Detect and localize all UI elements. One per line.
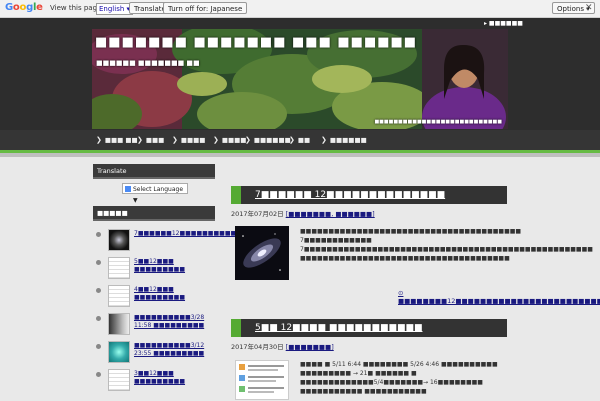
- teal-thumbnail: [108, 341, 130, 363]
- chevron-right-icon: ❯: [172, 136, 178, 144]
- chevron-right-icon: ❯: [245, 136, 251, 144]
- turn-off-button[interactable]: Turn off for: Japanese: [163, 2, 248, 14]
- nav-item-1[interactable]: ❯ ■■■: [137, 136, 164, 144]
- bullet-icon: [96, 344, 101, 349]
- nav-item-5[interactable]: ❯ ■■: [289, 136, 310, 144]
- top-link[interactable]: ▸ ■■■■■■: [484, 20, 523, 27]
- translate-widget-heading: Translate: [93, 164, 215, 179]
- post-date: 2017年07月02日: [231, 210, 284, 218]
- post-tags-link[interactable]: [■■■■■■■, ■■■■■■]: [286, 210, 375, 218]
- document-picture: [239, 364, 284, 393]
- main-nav: ❯ ■■■ ■■ ❯ ■■■ ❯ ■■■■ ❯ ■■■■ ❯ ■■■■■■ ❯ ■■ ❯ ■■…: [0, 130, 600, 150]
- list-item[interactable]: 5■■12■■■ ■■■■■■■■■: [96, 257, 218, 283]
- galaxy-image[interactable]: [235, 226, 289, 280]
- galaxy-thumbnail: [108, 229, 130, 251]
- recent-post-link[interactable]: 4■■12■■■ ■■■■■■■■■: [134, 286, 218, 302]
- chevron-right-icon: ❯: [96, 136, 102, 144]
- recent-post-link[interactable]: ■■■■■■■■■■3/28 11:58 ■■■■■■■■■: [134, 314, 218, 330]
- post-excerpt: ■■■■■■■■■■■■■■■■■■■■■■■■■■■■■■■■■■■■■■■ …: [300, 228, 593, 262]
- google-icon: [125, 186, 131, 192]
- nav-item-4[interactable]: ❯ ■■■■■■: [245, 136, 291, 144]
- recent-post-link[interactable]: 7■■■■■■12■■■■■■■■■■■■■■■■: [134, 230, 270, 238]
- post-title[interactable]: 5■■ 12■■■■ ■■■■■■■■■■■: [231, 319, 507, 337]
- language-select[interactable]: English ▾: [96, 3, 134, 15]
- post-title[interactable]: 7■■■■■■ 12■■■■■■■■■■■■■■: [231, 186, 507, 204]
- select-language-dropdown[interactable]: Select Language ▼: [122, 183, 188, 204]
- recent-posts-heading: ■■■■■: [93, 206, 215, 221]
- document-thumbnail: [108, 285, 130, 307]
- google-logo: Google: [5, 2, 43, 13]
- post-thumbnail[interactable]: [235, 360, 289, 400]
- close-icon[interactable]: ✕: [585, 3, 593, 13]
- list-item[interactable]: 3■■12■■■ ■■■■■■■■■: [96, 369, 218, 395]
- post-meta: 2017年07月02日 [■■■■■■■, ■■■■■■]: [231, 208, 375, 218]
- post-date: 2017年04月30日: [231, 343, 284, 351]
- document-thumbnail: [108, 369, 130, 391]
- post-excerpt: ■■■■ ■ 5/11 6:44 ■■■■■■■■ 5/26 4:46 ■■■■…: [300, 361, 498, 395]
- document-thumbnail: [108, 257, 130, 279]
- chevron-right-icon: ❯: [289, 136, 295, 144]
- list-item[interactable]: 7■■■■■■12■■■■■■■■■■■■■■■■: [96, 229, 270, 255]
- recent-post-link[interactable]: 3■■12■■■ ■■■■■■■■■: [134, 370, 218, 386]
- chevron-right-icon: ❯: [321, 136, 327, 144]
- divider: [0, 153, 600, 157]
- nav-item-3[interactable]: ❯ ■■■■: [213, 136, 246, 144]
- header-banner: ■■■■■■■ ■■■■■■■ ■■■ ■■■■■■ ■■■■■■ ■■■■■■…: [92, 29, 508, 129]
- list-item[interactable]: 4■■12■■■ ■■■■■■■■■: [96, 285, 218, 311]
- galaxy-picture: [235, 226, 289, 280]
- bullet-icon: [96, 232, 101, 237]
- recent-post-link[interactable]: ■■■■■■■■■■3/12 23:55 ■■■■■■■■■: [134, 342, 218, 358]
- bullet-icon: [96, 372, 101, 377]
- gradient-thumbnail: [108, 313, 130, 335]
- list-item[interactable]: ■■■■■■■■■■3/12 23:55 ■■■■■■■■■: [96, 341, 218, 367]
- nav-item-0[interactable]: ❯ ■■■ ■■: [96, 136, 138, 144]
- nav-item-2[interactable]: ❯ ■■■■: [172, 136, 205, 144]
- banner-caption: ■■■■■■■■■■■■■■■■■■■■■■■■■■■: [374, 119, 502, 125]
- bullet-icon: [96, 288, 101, 293]
- nav-item-6[interactable]: ❯ ■■■■■■: [321, 136, 367, 144]
- post-meta: 2017年04月30日 [■■■■■■■]: [231, 341, 334, 351]
- translate-bar: Google View this page in: English ▾ Tran…: [0, 0, 600, 18]
- post-tags-link[interactable]: [■■■■■■■]: [286, 343, 334, 351]
- read-more-link[interactable]: ⊙ ■■■■■■■■12■■■■■■■■■■■■■■■■■■■■■■■■■■■■: [398, 289, 600, 305]
- bullet-icon: [96, 260, 101, 265]
- list-item[interactable]: ■■■■■■■■■■3/28 11:58 ■■■■■■■■■: [96, 313, 218, 339]
- blog-title[interactable]: ■■■■■■■ ■■■■■■■ ■■■ ■■■■■■: [95, 35, 417, 50]
- recent-post-link[interactable]: 5■■12■■■ ■■■■■■■■■: [134, 258, 218, 274]
- bullet-icon: [96, 316, 101, 321]
- chevron-right-icon: ❯: [137, 136, 143, 144]
- chevron-right-icon: ❯: [213, 136, 219, 144]
- blog-subtitle: ■■■■■■ ■■■■■■■ ■■: [96, 59, 200, 67]
